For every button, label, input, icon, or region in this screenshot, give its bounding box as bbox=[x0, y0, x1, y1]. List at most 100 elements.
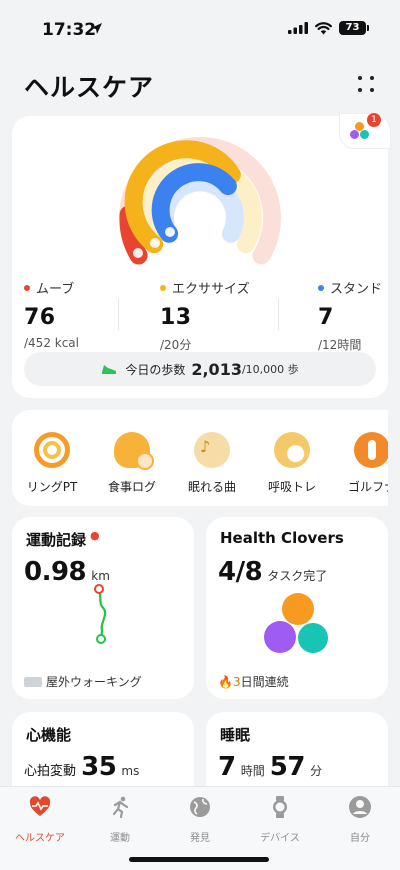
exercise-value: 13 bbox=[160, 305, 192, 330]
health-clovers-card[interactable]: Health Clovers 4/8 タスク完了 🔥3日間連続 bbox=[206, 517, 388, 699]
exercise-goal: /20分 bbox=[160, 338, 192, 352]
tab-exercise[interactable]: 運動 bbox=[80, 795, 160, 844]
globe-icon bbox=[190, 797, 210, 817]
move-metric: ムーブ 76 /452 kcal bbox=[24, 278, 79, 350]
tab-health[interactable]: ヘルスケア bbox=[0, 795, 80, 844]
rings-icon bbox=[34, 432, 70, 468]
hrv-unit: ms bbox=[121, 764, 140, 778]
activity-icon bbox=[24, 676, 42, 687]
activity-row: 屋外ウォーキング bbox=[24, 673, 142, 690]
page-title: ヘルスケア bbox=[24, 73, 155, 102]
steps-label: 今日の歩数 bbox=[125, 362, 186, 377]
hrv-value: 35 bbox=[81, 752, 117, 782]
shortcut-label: リングPT bbox=[26, 480, 78, 494]
exercise-dot bbox=[160, 284, 166, 291]
streak-suffix: 日間連続 bbox=[240, 675, 289, 689]
distance-unit: km bbox=[91, 569, 110, 583]
meal-icon bbox=[114, 432, 154, 470]
status-time: 17:32 bbox=[42, 20, 97, 40]
activity-rings-chart bbox=[119, 136, 281, 265]
move-goal: /452 kcal bbox=[24, 336, 79, 350]
home-indicator[interactable] bbox=[129, 857, 269, 862]
runner-icon bbox=[112, 796, 129, 819]
distance-value: 0.98 bbox=[24, 557, 87, 587]
card-title: 睡眠 bbox=[220, 726, 251, 744]
stand-value: 7 bbox=[318, 305, 334, 330]
sleep-hours: 7 bbox=[218, 752, 236, 782]
exercise-record-card[interactable]: 運動記録 ● 0.98 km 屋外ウォーキング bbox=[12, 517, 194, 699]
badge-count: 1 bbox=[367, 113, 381, 127]
status-bar: 17:32 73 bbox=[0, 0, 400, 52]
shortcut-label: 食事ログ bbox=[107, 480, 156, 494]
shortcut-label: 眠れる曲 bbox=[187, 480, 236, 494]
clovers-progress: 4/8 タスク完了 bbox=[218, 557, 327, 587]
clover-icon bbox=[264, 593, 334, 659]
battery-icon: 73 bbox=[339, 21, 369, 35]
steps-count: 2,013 bbox=[191, 359, 242, 379]
profile-icon bbox=[349, 796, 371, 818]
wifi-icon bbox=[315, 21, 332, 34]
cellular-signal-icon bbox=[288, 22, 308, 34]
bottom-tab-bar: ヘルスケア 運動 発見 デバイス 自分 bbox=[0, 786, 400, 870]
card-title: Health Clovers bbox=[220, 529, 344, 547]
divider bbox=[278, 298, 279, 330]
move-label: ムーブ bbox=[36, 282, 75, 297]
hours-unit: 時間 bbox=[240, 764, 265, 778]
exercise-label: エクササイズ bbox=[172, 282, 250, 297]
minutes-unit: 分 bbox=[310, 764, 323, 778]
notification-badge-button[interactable]: 1 bbox=[340, 113, 390, 148]
shortcut-breathing[interactable]: 呼吸トレ bbox=[252, 432, 332, 495]
shortcut-label: ゴルフナ bbox=[347, 480, 388, 494]
shortcuts-row: リングPT 食事ログ ♪ 眠れる曲 呼吸トレ ゴルフナ bbox=[12, 410, 388, 506]
tab-label: デバイス bbox=[260, 833, 300, 844]
golf-icon bbox=[354, 432, 388, 468]
stand-goal: /12時間 bbox=[318, 338, 362, 352]
divider bbox=[118, 298, 119, 330]
shoe-icon bbox=[102, 365, 117, 374]
tab-label: 自分 bbox=[350, 833, 370, 844]
hrv-label: 心拍変動 bbox=[24, 764, 77, 779]
heart-pulse-icon bbox=[29, 796, 51, 816]
tasks-done: 4/8 bbox=[218, 557, 263, 587]
shortcut-sleep-music[interactable]: ♪ 眠れる曲 bbox=[172, 432, 252, 495]
watch-icon bbox=[273, 796, 287, 818]
steps-goal: /10,000 歩 bbox=[241, 363, 299, 376]
stand-metric: スタンド 7 /12時間 bbox=[318, 278, 382, 353]
stand-dot bbox=[318, 284, 324, 291]
tab-label: 発見 bbox=[190, 833, 210, 844]
exercise-metric: エクササイズ 13 /20分 bbox=[160, 278, 250, 353]
tab-me[interactable]: 自分 bbox=[320, 795, 400, 844]
move-value: 76 bbox=[24, 305, 56, 330]
shortcut-meal-log[interactable]: 食事ログ bbox=[92, 432, 172, 495]
tab-devices[interactable]: デバイス bbox=[240, 795, 320, 844]
shortcut-label: 呼吸トレ bbox=[267, 480, 316, 494]
tab-label: ヘルスケア bbox=[15, 833, 65, 844]
activity-type: 屋外ウォーキング bbox=[46, 675, 142, 689]
card-title: 心機能 bbox=[26, 726, 72, 744]
badge-dot-purple bbox=[350, 130, 359, 139]
flame-icon: 🔥 bbox=[218, 675, 233, 689]
streak: 🔥3日間連続 bbox=[218, 673, 289, 690]
streak-count: 3 bbox=[232, 675, 241, 689]
app-header: ヘルスケア bbox=[0, 62, 400, 106]
activity-rings-card[interactable]: 1 ムーブ 76 /452 kcal エクササイズ 13 /20分 スタンド 7… bbox=[12, 113, 390, 398]
tasks-suffix: タスク完了 bbox=[267, 569, 328, 583]
hrv: 心拍変動 35 ms bbox=[24, 752, 139, 782]
move-dot bbox=[24, 284, 30, 291]
shortcut-golf[interactable]: ゴルフナ bbox=[332, 432, 388, 495]
shortcut-ring-pt[interactable]: リングPT bbox=[12, 432, 92, 495]
more-options-button[interactable] bbox=[356, 74, 378, 96]
sleep-minutes: 57 bbox=[269, 752, 306, 782]
badge-dot-teal bbox=[360, 130, 369, 139]
card-title: 運動記録 ● bbox=[26, 529, 100, 549]
steps-summary-button[interactable]: 今日の歩数 2,013 /10,000 歩 bbox=[24, 352, 376, 386]
sleep-duration: 7 時間 57 分 bbox=[218, 752, 322, 782]
breath-icon bbox=[274, 432, 310, 468]
location-arrow-icon bbox=[91, 23, 102, 34]
route-map bbox=[94, 584, 107, 644]
status-indicators: 73 bbox=[288, 21, 369, 35]
tab-label: 運動 bbox=[110, 833, 130, 844]
stand-label: スタンド bbox=[330, 282, 383, 297]
music-moon-icon: ♪ bbox=[194, 432, 230, 468]
tab-discover[interactable]: 発見 bbox=[160, 795, 240, 844]
